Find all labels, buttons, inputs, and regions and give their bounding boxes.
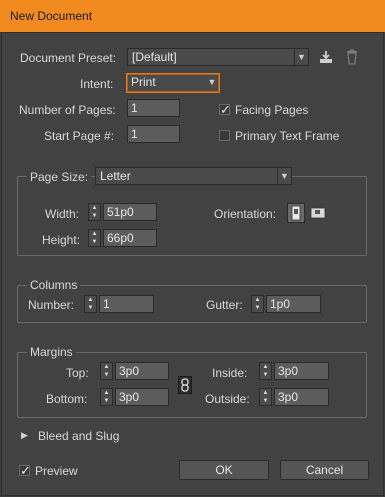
arrow-up-icon[interactable]: ▲	[101, 363, 112, 371]
preset-select[interactable]: [Default] ▼	[127, 48, 309, 66]
arrow-down-icon[interactable]: ▼	[89, 212, 100, 220]
start-page-label: Start Page #:	[44, 129, 115, 143]
arrow-down-icon[interactable]: ▼	[89, 238, 100, 246]
columns-title: Columns	[27, 278, 81, 292]
bottom-label: Bottom:	[46, 392, 88, 406]
intent-value: Print	[131, 75, 156, 89]
start-page-input[interactable]: 1	[127, 125, 180, 143]
arrow-up-icon[interactable]: ▲	[101, 389, 112, 397]
facing-pages-label: Facing Pages	[235, 103, 309, 117]
intent-select[interactable]: Print ▼	[126, 73, 220, 93]
preset-label: Document Preset:	[20, 51, 117, 65]
height-input[interactable]: 66p0	[103, 229, 157, 247]
pages-label: Number of Pages:	[19, 103, 116, 117]
arrow-up-icon[interactable]: ▲	[85, 296, 96, 304]
disclosure-triangle-icon[interactable]: ▶	[21, 430, 28, 441]
cancel-button[interactable]: Cancel	[280, 460, 369, 480]
arrow-down-icon[interactable]: ▼	[101, 371, 112, 379]
top-input[interactable]: 3p0	[115, 362, 169, 380]
arrow-down-icon[interactable]: ▼	[260, 371, 271, 379]
orientation-label: Orientation:	[214, 207, 277, 221]
arrow-up-icon[interactable]: ▲	[260, 389, 271, 397]
chevron-down-icon: ▼	[294, 49, 308, 65]
gutter-input[interactable]: 1p0	[266, 295, 321, 313]
inside-label: Inside:	[212, 366, 248, 380]
pages-input[interactable]: 1	[127, 99, 180, 117]
trash-icon[interactable]	[345, 49, 359, 65]
dialog-body	[1, 32, 384, 496]
arrow-down-icon[interactable]: ▼	[260, 397, 271, 405]
chain-link-icon[interactable]	[178, 376, 192, 394]
checkmark-icon: ✓	[20, 463, 31, 478]
arrow-up-icon[interactable]: ▲	[89, 230, 100, 238]
number-stepper[interactable]: ▲ ▼	[84, 295, 97, 313]
page-size-value: Letter	[100, 169, 131, 183]
columns-number-input[interactable]: 1	[99, 295, 154, 313]
bleed-slug-label[interactable]: Bleed and Slug	[38, 429, 119, 443]
width-stepper[interactable]: ▲ ▼	[88, 203, 101, 221]
inside-stepper[interactable]: ▲ ▼	[259, 362, 272, 380]
chevron-down-icon: ▼	[277, 168, 291, 184]
arrow-down-icon[interactable]: ▼	[101, 397, 112, 405]
outside-label: Outside:	[205, 392, 250, 406]
margins-title: Margins	[27, 345, 76, 359]
arrow-up-icon[interactable]: ▲	[260, 363, 271, 371]
bottom-input[interactable]: 3p0	[115, 388, 169, 406]
checkmark-icon: ✓	[220, 102, 231, 117]
save-preset-icon[interactable]	[318, 49, 334, 65]
chevron-down-icon: ▼	[207, 77, 217, 87]
page-size-select[interactable]: Letter ▼	[95, 167, 292, 185]
primary-text-frame-checkbox[interactable]	[219, 130, 230, 141]
arrow-up-icon[interactable]: ▲	[89, 204, 100, 212]
title-bar: New Document	[0, 0, 385, 32]
gutter-label: Gutter:	[206, 298, 243, 312]
height-label: Height:	[42, 233, 81, 247]
height-stepper[interactable]: ▲ ▼	[88, 229, 101, 247]
bottom-stepper[interactable]: ▲ ▼	[100, 388, 113, 406]
top-stepper[interactable]: ▲ ▼	[100, 362, 113, 380]
gutter-stepper[interactable]: ▲ ▼	[251, 295, 264, 313]
page-size-label: Page Size:	[27, 170, 92, 184]
preview-label: Preview	[35, 464, 78, 478]
portrait-icon[interactable]	[287, 203, 305, 223]
arrow-down-icon[interactable]: ▼	[85, 304, 96, 312]
outside-input[interactable]: 3p0	[274, 388, 329, 406]
width-input[interactable]: 51p0	[103, 203, 157, 221]
window-title: New Document	[10, 9, 93, 23]
number-label: Number:	[28, 298, 75, 312]
primary-text-frame-label: Primary Text Frame	[235, 129, 340, 143]
arrow-up-icon[interactable]: ▲	[252, 296, 263, 304]
intent-label: Intent:	[80, 77, 114, 91]
preset-value: [Default]	[132, 50, 177, 64]
outside-stepper[interactable]: ▲ ▼	[259, 388, 272, 406]
width-label: Width:	[45, 207, 80, 221]
ok-button[interactable]: OK	[179, 460, 269, 480]
inside-input[interactable]: 3p0	[274, 362, 329, 380]
top-label: Top:	[66, 366, 89, 380]
arrow-down-icon[interactable]: ▼	[252, 304, 263, 312]
landscape-icon[interactable]	[309, 204, 327, 222]
